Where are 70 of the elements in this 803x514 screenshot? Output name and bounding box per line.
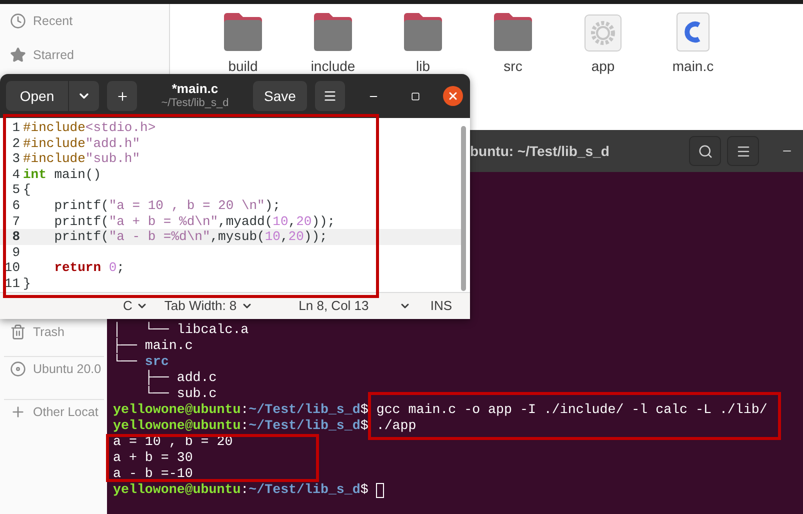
cursor-position: Ln 8, Col 13 [298, 297, 369, 316]
open-button[interactable]: Open [6, 81, 68, 111]
terminal-line: yellowone@ubuntu:~/Test/lib_s_d$ gcc main.c -o app -I ./include/ -l calc -L ./lib/ [113, 402, 768, 418]
clock-icon [10, 13, 26, 29]
terminal-line: yellowone@ubuntu:~/Test/lib_s_d$ ./app [113, 418, 416, 434]
plus-icon [116, 90, 128, 102]
menu-button[interactable] [315, 81, 345, 111]
folder-icon [402, 12, 444, 52]
trash-icon [10, 324, 26, 340]
code-line: { [22, 182, 31, 198]
star-icon [10, 47, 26, 63]
document-path: ~/Test/lib_s_d [161, 96, 229, 110]
terminal-title: buntu: ~/Test/lib_s_d [470, 142, 610, 160]
file-item[interactable]: lib [378, 10, 468, 77]
line-number: 5 [11, 182, 20, 198]
menu-icon [323, 89, 337, 103]
folder-icon [222, 12, 264, 52]
terminal-line: yellowone@ubuntu:~/Test/lib_s_d$ [113, 482, 384, 498]
file-item[interactable]: build [198, 10, 288, 77]
code-line: #include"sub.h" [22, 151, 140, 167]
code-line: int main() [22, 166, 102, 182]
scrollbar[interactable] [461, 126, 466, 291]
folder-icon [492, 12, 534, 52]
terminal-line: └── sub.c [144, 386, 217, 402]
language-selector[interactable]: C [123, 296, 148, 316]
disc-icon [10, 361, 26, 377]
line-number: 11 [3, 276, 20, 292]
line-number: 4 [11, 166, 20, 182]
code-line: return 0; [53, 260, 124, 276]
terminal-line: └── src [113, 354, 169, 370]
line-number: 10 [3, 260, 20, 276]
line-number: 1 [11, 120, 20, 136]
menu-button[interactable] [727, 136, 759, 166]
plus-icon [10, 404, 26, 420]
maximize-icon [410, 92, 420, 100]
code-line: #include"add.h" [22, 136, 140, 152]
line-number: 8 [11, 229, 20, 245]
close-icon [447, 90, 459, 102]
close-button[interactable] [443, 86, 463, 106]
terminal-line: a - b =-10 [113, 466, 193, 482]
terminal-line: ├── add.c [144, 370, 217, 386]
file-item[interactable]: include [288, 10, 378, 77]
line-number: 3 [11, 151, 20, 167]
folder-icon [312, 12, 354, 52]
search-icon [698, 144, 712, 158]
file-item[interactable]: src [468, 10, 558, 77]
line-number: 6 [11, 198, 20, 214]
insert-mode: INS [430, 297, 452, 316]
file-item[interactable]: main.c [648, 10, 738, 77]
code-line: printf("a - b =%d\n",mysub(10,20)); [53, 229, 328, 245]
code-line: } [22, 276, 31, 292]
terminal-line: a + b = 30 [113, 450, 193, 466]
menu-icon [736, 144, 750, 158]
search-button[interactable] [689, 136, 721, 166]
line-number: 9 [11, 244, 20, 260]
code-line: printf("a = 10 , b = 20 \n"); [53, 198, 280, 214]
dropdown-button[interactable] [69, 81, 99, 111]
cursor-icon [376, 482, 384, 498]
terminal-line: │ └── libcalc.a [113, 322, 249, 338]
c-file-icon [676, 12, 710, 52]
tab-width-selector[interactable]: Tab Width: 8 [164, 296, 253, 316]
line-number: 7 [11, 214, 20, 230]
gear-icon [584, 14, 622, 52]
code-line: #include<stdio.h> [22, 120, 156, 136]
document-title: *main.c [172, 82, 218, 96]
file-item[interactable]: app [558, 10, 648, 77]
code-line: printf("a + b = %d\n",myadd(10,20)); [53, 214, 336, 230]
terminal-line: ├── main.c [113, 338, 193, 354]
line-number: 2 [11, 136, 20, 152]
save-button[interactable]: Save [253, 81, 307, 111]
